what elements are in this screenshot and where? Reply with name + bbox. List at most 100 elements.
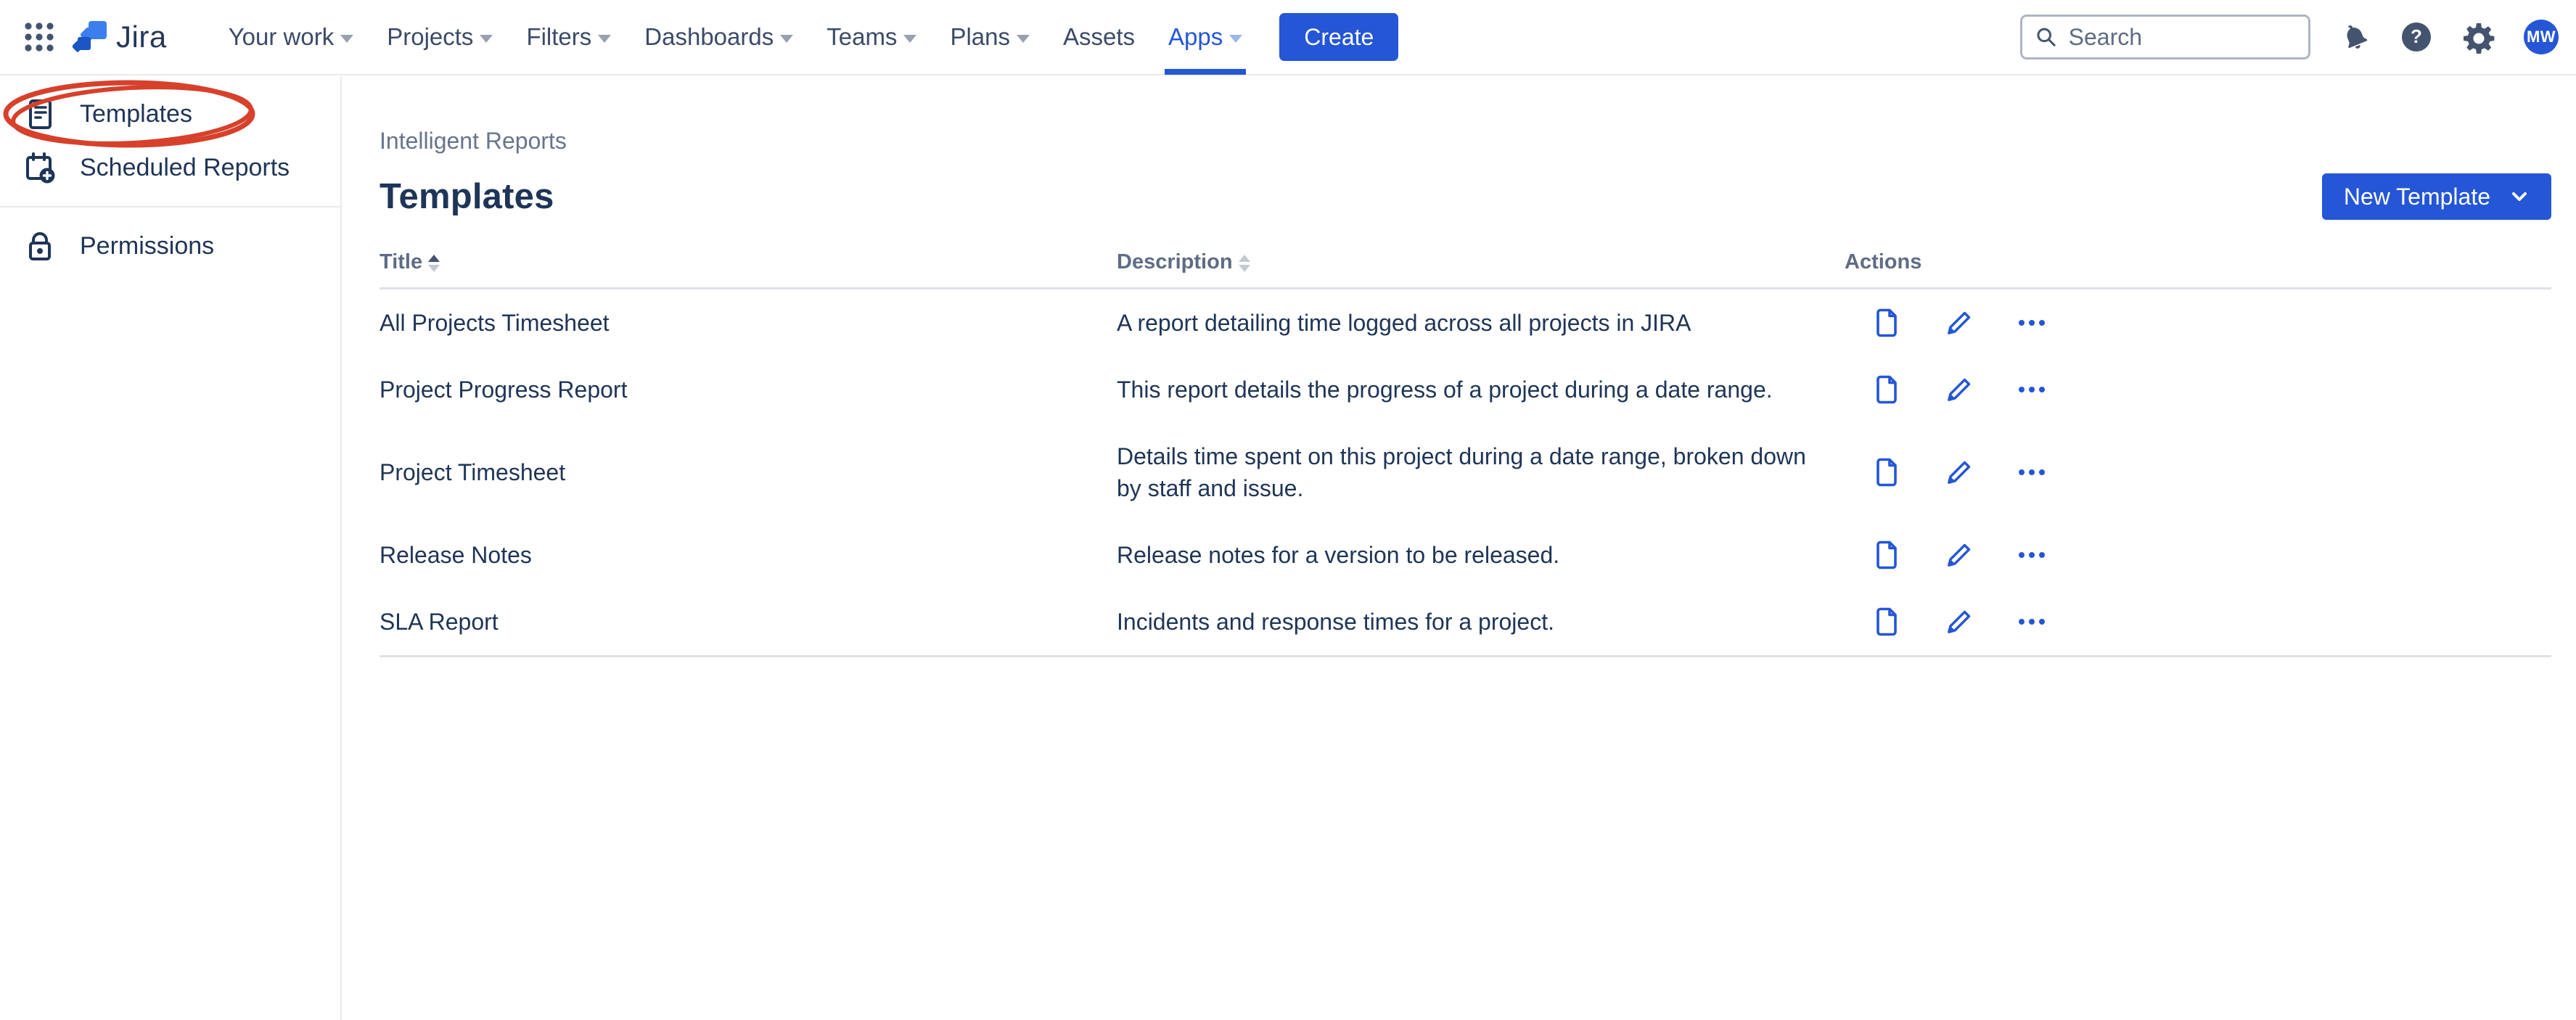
more-ellipsis-icon: [2019, 387, 2045, 392]
edit-pencil-icon: [1948, 543, 1971, 567]
view-document-button[interactable]: [1872, 540, 1901, 569]
gear-icon: [2464, 23, 2495, 54]
table-row: Project Progress Report This report deta…: [380, 356, 2551, 423]
edit-pencil-icon: [1948, 378, 1971, 401]
template-description: This report details the progress of a pr…: [1117, 377, 1773, 403]
reports-sidebar: Templates Scheduled Reports Permissions: [0, 77, 342, 1020]
template-description: Release notes for a version to be releas…: [1117, 542, 1560, 568]
edit-pencil-icon: [1948, 461, 1971, 484]
edit-template-button[interactable]: [1945, 308, 1974, 337]
sort-arrows-icon: [428, 254, 440, 272]
table-row: Release Notes Release notes for a versio…: [380, 522, 2551, 588]
nav-item-apps[interactable]: Apps: [1152, 0, 1259, 75]
row-actions: [1845, 458, 2551, 487]
row-actions: [1845, 540, 2551, 569]
chevron-down-icon: [2512, 192, 2527, 201]
template-title: Project Timesheet: [380, 458, 566, 485]
primary-nav: Your work Projects Filters Dashboards Te…: [212, 0, 1260, 75]
view-document-icon: [1876, 308, 1897, 337]
help-button[interactable]: ?: [2397, 18, 2435, 56]
svg-text:?: ?: [2411, 25, 2422, 47]
view-document-icon: [1876, 540, 1897, 569]
table-row: Project Timesheet Details time spent on …: [380, 423, 2551, 522]
app-grid-icon: [25, 22, 54, 52]
edit-template-button[interactable]: [1945, 607, 1974, 636]
table-row: All Projects Timesheet A report detailin…: [380, 289, 2551, 356]
edit-template-button[interactable]: [1945, 458, 1974, 487]
nav-item-dashboards[interactable]: Dashboards: [628, 0, 810, 75]
template-title: SLA Report: [380, 608, 499, 635]
view-document-icon: [1876, 375, 1897, 404]
edit-pencil-icon: [1948, 610, 1971, 633]
chevron-down-icon: [340, 34, 354, 43]
jira-templates-page: Jira Your work Projects Filters Dashboar…: [0, 0, 2576, 1020]
nav-item-plans[interactable]: Plans: [933, 0, 1046, 75]
chevron-down-icon: [780, 34, 794, 43]
chevron-down-icon: [480, 34, 493, 43]
more-actions-button[interactable]: [2017, 458, 2046, 487]
chevron-down-icon: [598, 34, 612, 43]
breadcrumb[interactable]: Intelligent Reports: [380, 128, 2551, 155]
view-document-icon: [1876, 607, 1897, 636]
nav-item-projects[interactable]: Projects: [370, 0, 509, 75]
notification-bell-icon: [2347, 25, 2368, 49]
global-search[interactable]: [2020, 15, 2310, 59]
edit-template-button[interactable]: [1945, 540, 1974, 569]
column-header-title[interactable]: Title: [380, 250, 1117, 274]
nav-item-teams[interactable]: Teams: [810, 0, 933, 75]
app-switcher-button[interactable]: [19, 17, 60, 57]
scheduled-reports-calendar-icon: [26, 152, 55, 184]
more-ellipsis-icon: [2019, 619, 2045, 625]
view-document-button[interactable]: [1872, 458, 1901, 487]
row-actions: [1845, 375, 2551, 404]
permissions-lock-icon: [29, 232, 51, 260]
chevron-down-icon: [1017, 34, 1030, 43]
template-description: Details time spent on this project durin…: [1117, 443, 1806, 501]
view-document-icon: [1876, 458, 1897, 487]
templates-table: Title Description Actions All Projects T…: [380, 250, 2551, 657]
create-button[interactable]: Create: [1279, 13, 1399, 61]
more-actions-button[interactable]: [2017, 607, 2046, 636]
template-title: All Projects Timesheet: [380, 309, 610, 336]
user-avatar[interactable]: MW: [2524, 20, 2559, 54]
search-icon: [2037, 28, 2056, 46]
search-input[interactable]: [2068, 23, 2295, 51]
nav-item-assets[interactable]: Assets: [1046, 0, 1152, 75]
sidebar-item-scheduled-reports[interactable]: Scheduled Reports: [0, 141, 340, 194]
row-actions: [1845, 607, 2551, 636]
nav-item-your-work[interactable]: Your work: [212, 0, 371, 75]
settings-button[interactable]: [2460, 18, 2498, 56]
sidebar-item-label: Permissions: [80, 231, 215, 260]
new-template-button[interactable]: New Template: [2321, 173, 2551, 220]
sidebar-item-label: Templates: [80, 99, 192, 128]
template-description: A report detailing time logged across al…: [1117, 310, 1691, 336]
view-document-button[interactable]: [1872, 607, 1901, 636]
sidebar-item-templates[interactable]: Templates: [0, 87, 340, 141]
template-title: Project Progress Report: [380, 376, 628, 403]
row-actions: [1845, 308, 2551, 337]
edit-template-button[interactable]: [1945, 375, 1974, 404]
nav-item-filters[interactable]: Filters: [509, 0, 628, 75]
jira-logo-icon: [73, 21, 107, 52]
template-title: Release Notes: [380, 541, 532, 568]
edit-pencil-icon: [1948, 311, 1971, 334]
help-question-icon: ?: [2402, 22, 2431, 52]
column-header-actions: Actions: [1845, 250, 1922, 273]
more-actions-button[interactable]: [2017, 308, 2046, 337]
sidebar-item-label: Scheduled Reports: [80, 153, 290, 181]
sidebar-item-permissions[interactable]: Permissions: [0, 219, 340, 273]
jira-logo-text: Jira: [116, 20, 167, 54]
chevron-down-icon: [1229, 34, 1243, 43]
sidebar-divider: [0, 206, 340, 207]
jira-logo[interactable]: Jira: [73, 18, 167, 56]
column-header-description[interactable]: Description: [1117, 250, 1845, 274]
table-row: SLA Report Incidents and response times …: [380, 588, 2551, 657]
view-document-button[interactable]: [1872, 308, 1901, 337]
title-row: Templates New Template: [380, 173, 2551, 220]
notifications-button[interactable]: [2335, 18, 2373, 56]
view-document-button[interactable]: [1872, 375, 1901, 404]
more-actions-button[interactable]: [2017, 540, 2046, 569]
more-ellipsis-icon: [2019, 552, 2045, 558]
top-navigation-bar: Jira Your work Projects Filters Dashboar…: [0, 0, 2576, 75]
more-actions-button[interactable]: [2017, 375, 2046, 404]
